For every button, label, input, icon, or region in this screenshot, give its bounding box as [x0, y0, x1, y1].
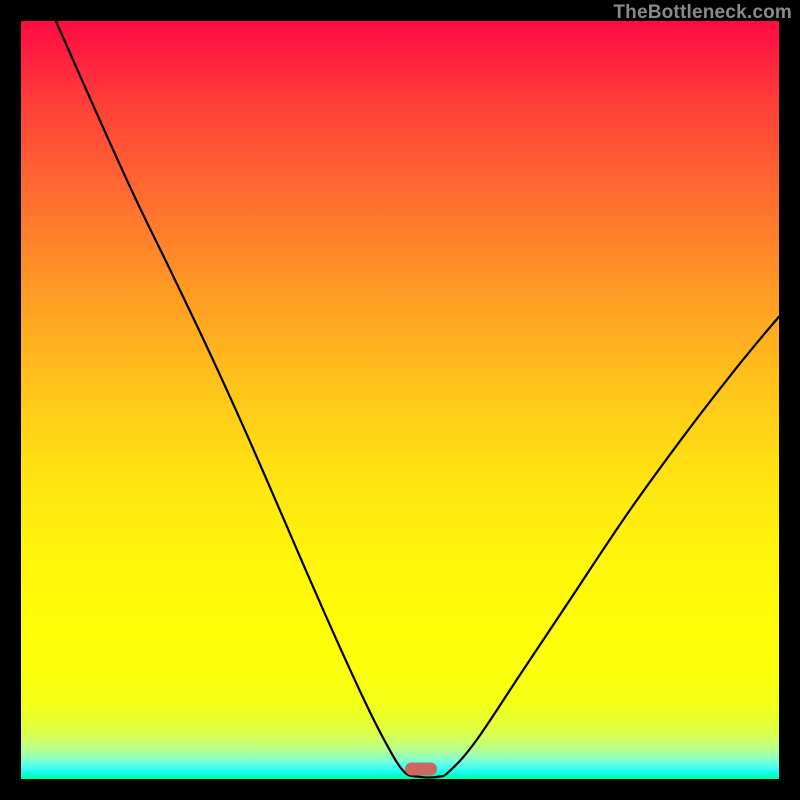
bottleneck-curve [21, 21, 779, 779]
plot-area [21, 21, 779, 779]
chart-frame: TheBottleneck.com [0, 0, 800, 800]
optimal-marker [405, 763, 437, 776]
curve-path [56, 21, 779, 777]
watermark-text: TheBottleneck.com [613, 2, 792, 24]
